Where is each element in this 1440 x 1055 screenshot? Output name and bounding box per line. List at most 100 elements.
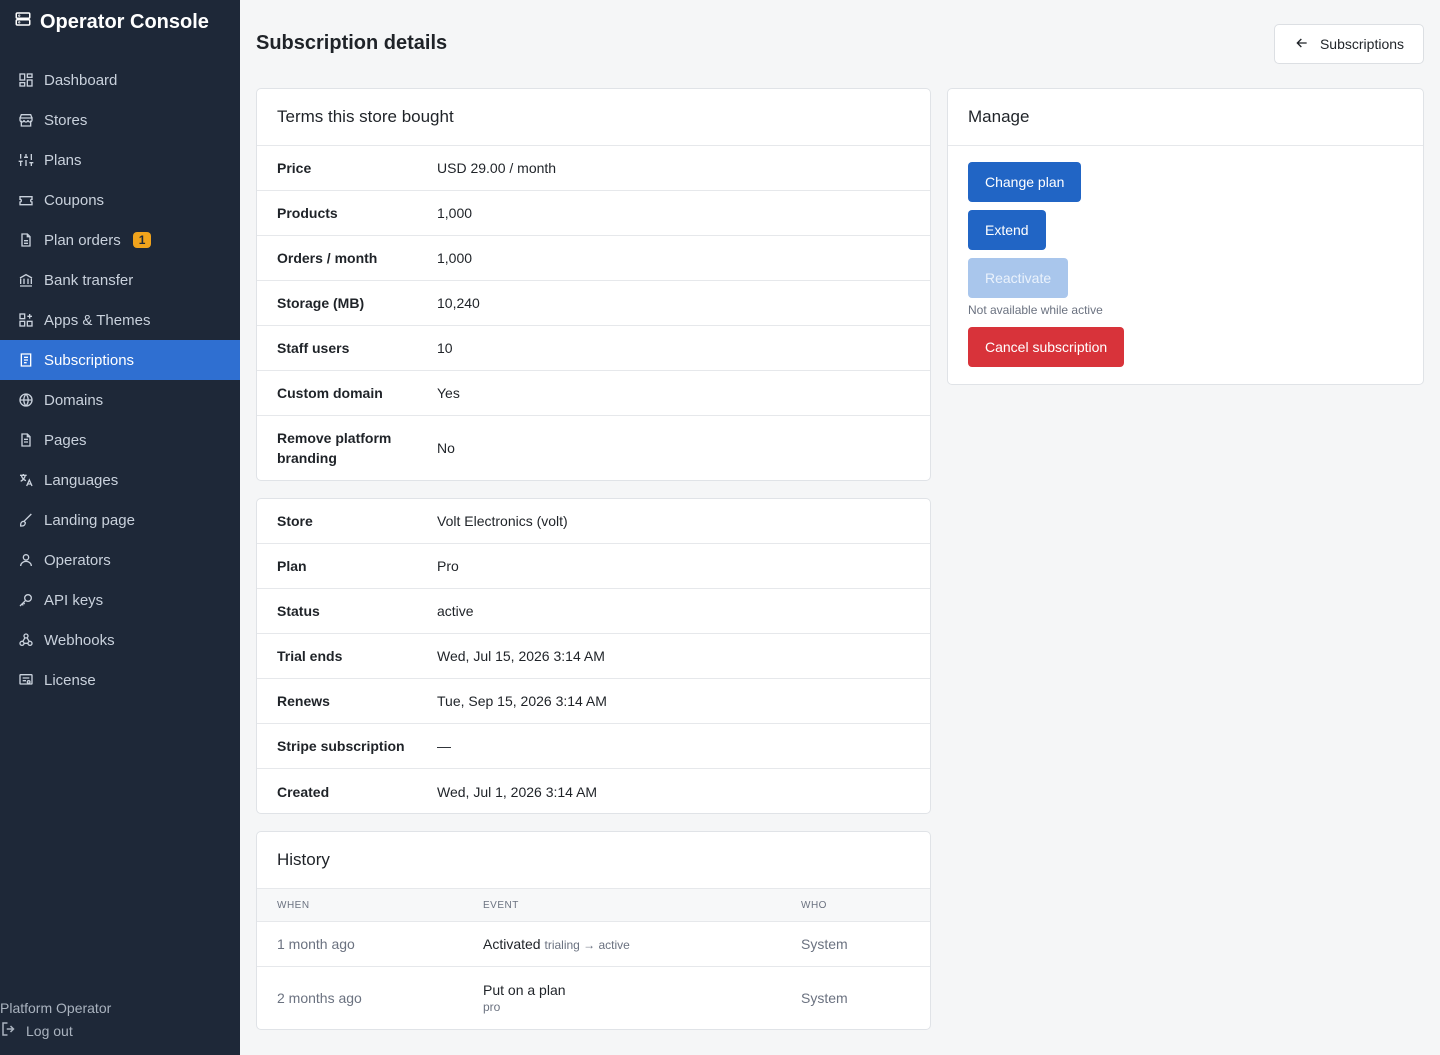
history-title: History	[257, 832, 930, 889]
details-row: Created Wed, Jul 1, 2026 3:14 AM	[257, 769, 930, 813]
logout-label: Log out	[26, 1022, 73, 1039]
user-block: Platform Operator Log out	[0, 1000, 111, 1041]
user-icon	[18, 552, 34, 568]
history-when: 2 months ago	[277, 990, 362, 1006]
sidebar-item-coupons[interactable]: Coupons	[0, 180, 240, 220]
details-key: Trial ends	[277, 648, 343, 664]
sidebar-item-label: Languages	[44, 471, 119, 489]
details-value: Pro	[437, 558, 459, 574]
sidebar-item-landing-page[interactable]: Landing page	[0, 500, 240, 540]
terms-row: Products 1,000	[257, 191, 930, 236]
terms-key: Custom domain	[277, 385, 383, 401]
manage-title: Manage	[948, 89, 1423, 146]
logout-icon	[0, 1020, 18, 1041]
sidebar-item-label: API keys	[44, 591, 104, 609]
console-icon	[14, 10, 32, 34]
sidebar-item-plans[interactable]: Plans	[0, 140, 240, 180]
details-key: Created	[277, 783, 330, 800]
terms-value: 10,240	[437, 295, 480, 311]
reactivate-hint: Not available while active	[968, 303, 1103, 317]
terms-key: Staff users	[277, 340, 350, 356]
reactivate-button[interactable]: Reactivate	[968, 258, 1069, 298]
details-value: Volt Electronics (volt)	[437, 513, 568, 529]
sidebar-item-domains[interactable]: Domains	[0, 380, 240, 420]
history-who: System	[801, 936, 848, 952]
sidebar-item-stores[interactable]: Stores	[0, 100, 240, 140]
sidebar: Operator Console Dashboard Stores Plans …	[0, 0, 240, 1055]
sidebar-item-languages[interactable]: Languages	[0, 460, 240, 500]
terms-value: USD 29.00 / month	[437, 160, 557, 176]
back-label: Subscriptions	[1319, 36, 1405, 52]
brush-icon	[18, 512, 34, 528]
column-header-who: WHO	[801, 899, 827, 911]
plan-orders-badge: 1	[132, 232, 152, 248]
sidebar-item-label: Coupons	[44, 191, 105, 209]
history-table-header: WHEN EVENT WHO	[257, 889, 930, 922]
terms-value: 1,000	[437, 250, 473, 266]
details-row: Renews Tue, Sep 15, 2026 3:14 AM	[257, 679, 930, 724]
terms-card: Terms this store bought Price USD 29.00 /…	[256, 88, 931, 481]
translate-icon	[18, 472, 34, 488]
history-event-label: Activated	[483, 936, 541, 952]
column-header-when: WHEN	[277, 899, 310, 911]
bank-icon	[18, 272, 34, 288]
table-row: 2 months ago Put on a plan pro System	[257, 967, 930, 1029]
details-row: Status active	[257, 589, 930, 634]
sidebar-item-pages[interactable]: Pages	[0, 420, 240, 460]
extend-button[interactable]: Extend	[968, 210, 1046, 250]
change-plan-button[interactable]: Change plan	[968, 162, 1082, 202]
license-icon	[18, 672, 34, 688]
sidebar-item-plan-orders[interactable]: Plan orders 1	[0, 220, 240, 260]
terms-value: 10	[437, 340, 453, 356]
terms-row: Staff users 10	[257, 326, 930, 371]
sidebar-item-label: Plans	[44, 151, 82, 169]
history-event-detail: pro	[483, 1000, 501, 1014]
manage-actions: Change plan Extend Reactivate Not availa…	[948, 146, 1423, 383]
back-to-subscriptions-button[interactable]: Subscriptions	[1274, 24, 1424, 64]
history-event-detail: trialing → active	[544, 938, 630, 952]
sidebar-item-label: Dashboard	[44, 71, 118, 89]
details-key: Plan	[277, 558, 307, 574]
details-key: Store	[277, 513, 313, 529]
details-value: Tue, Sep 15, 2026 3:14 AM	[437, 693, 607, 709]
key-icon	[18, 592, 34, 608]
details-row: Trial ends Wed, Jul 15, 2026 3:14 AM	[257, 634, 930, 679]
cancel-subscription-button[interactable]: Cancel subscription	[968, 327, 1125, 367]
history-event-label: Put on a plan	[483, 982, 566, 998]
page-icon	[18, 432, 34, 448]
details-key: Renews	[277, 693, 330, 709]
brand[interactable]: Operator Console	[14, 10, 209, 34]
sidebar-item-label: Stores	[44, 111, 88, 129]
terms-row: Storage (MB) 10,240	[257, 281, 930, 326]
page-title: Subscription details	[256, 32, 448, 54]
logout-button[interactable]: Log out	[0, 1020, 111, 1041]
terms-title: Terms this store bought	[257, 89, 930, 146]
terms-row: Orders / month 1,000	[257, 236, 930, 281]
sidebar-item-label: Domains	[44, 391, 104, 409]
sidebar-item-dashboard[interactable]: Dashboard	[0, 60, 240, 100]
sidebar-item-label: Landing page	[44, 511, 135, 529]
sidebar-item-subscriptions[interactable]: Subscriptions	[0, 340, 240, 380]
history-event: Put on a plan pro	[483, 982, 801, 1014]
sidebar-item-apps-themes[interactable]: Apps & Themes	[0, 300, 240, 340]
arrow-left-icon	[1294, 35, 1310, 54]
history-card: History WHEN EVENT WHO 1 month ago Activ…	[256, 831, 931, 1030]
column-header-event: EVENT	[483, 899, 519, 911]
terms-value: 1,000	[437, 205, 473, 221]
ticket-icon	[18, 192, 34, 208]
sidebar-item-license[interactable]: License	[0, 660, 240, 700]
sidebar-item-api-keys[interactable]: API keys	[0, 580, 240, 620]
sidebar-item-label: Subscriptions	[44, 351, 135, 369]
store-icon	[18, 112, 34, 128]
sidebar-item-label: Bank transfer	[44, 271, 134, 289]
receipt-icon	[18, 352, 34, 368]
sidebar-item-bank-transfer[interactable]: Bank transfer	[0, 260, 240, 300]
sidebar-item-label: License	[44, 671, 96, 689]
sidebar-item-webhooks[interactable]: Webhooks	[0, 620, 240, 660]
history-who: System	[801, 990, 848, 1006]
details-row: Store Volt Electronics (volt)	[257, 499, 930, 544]
details-key: Status	[277, 603, 320, 619]
dashboard-icon	[18, 72, 34, 88]
sidebar-item-operators[interactable]: Operators	[0, 540, 240, 580]
details-value: —	[437, 738, 451, 754]
